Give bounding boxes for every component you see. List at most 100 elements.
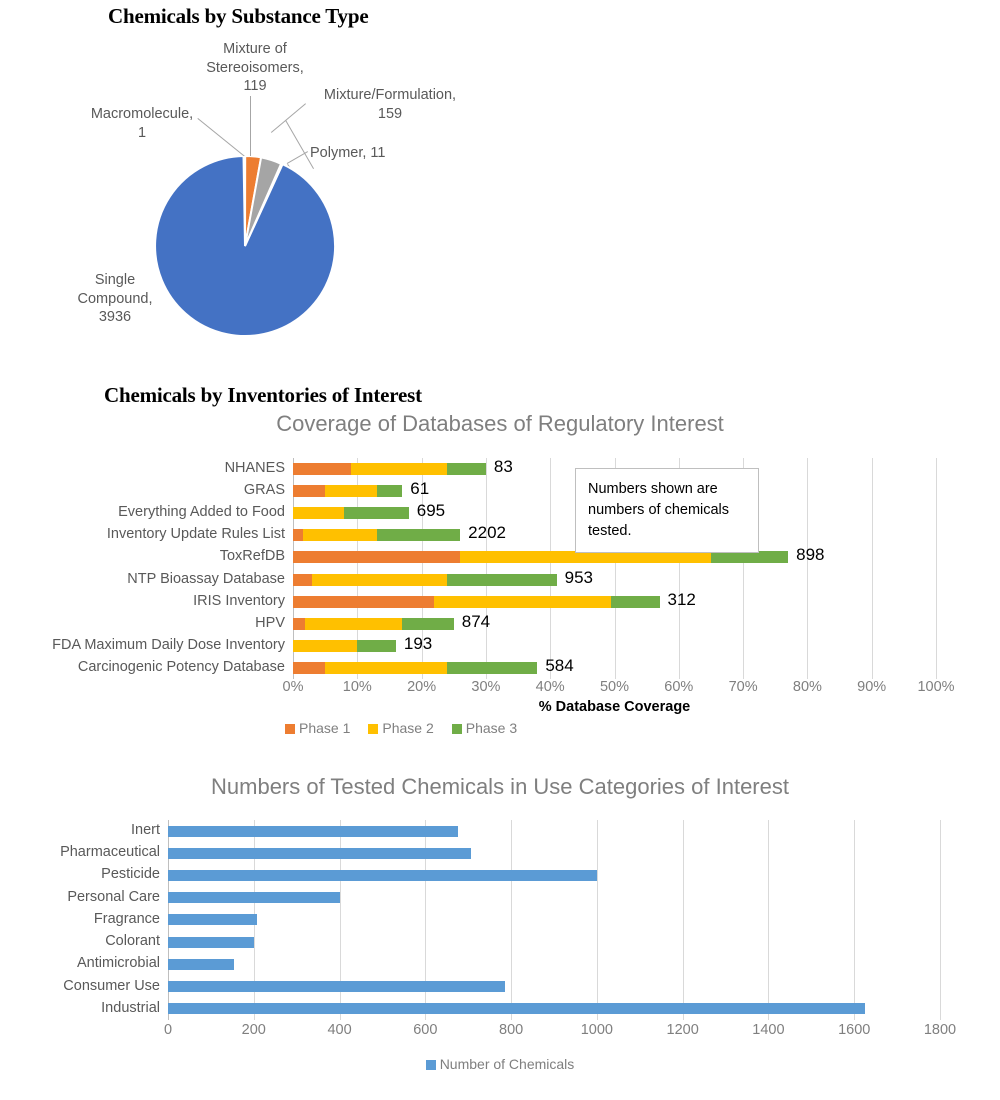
bar-segment-phase-1 — [293, 485, 326, 498]
bar-segment-phase-3 — [402, 617, 454, 630]
use-category-label: Antimicrobial — [77, 955, 160, 972]
legend-swatch — [425, 1059, 436, 1070]
bar-segment-phase-2 — [325, 661, 448, 674]
inventories-value-label: 584 — [545, 655, 574, 675]
inventories-value-label: 695 — [416, 501, 446, 521]
pie-chart-section: Chemicals by Substance Type Mixture of S… — [0, 0, 1000, 378]
x-tick-label: 800 — [499, 1022, 524, 1038]
inventories-stacked-bar — [293, 661, 538, 674]
legend-item-phase-3[interactable]: Phase 3 — [451, 720, 518, 737]
bar-segment-phase-2 — [460, 551, 711, 564]
x-tick-label: 50% — [599, 679, 630, 695]
use-category-label: Pesticide — [101, 866, 160, 883]
bar-segment-phase-1 — [293, 529, 303, 542]
x-tick-label: 30% — [471, 679, 501, 695]
use-category-label: Inert — [130, 822, 160, 838]
use-categories-chart-title: Numbers of Tested Chemicals in Use Categ… — [211, 774, 789, 799]
bar-segment-phase-1 — [293, 463, 351, 475]
x-tick-label: 70% — [728, 679, 758, 695]
inventories-value-label: 83 — [493, 457, 513, 476]
pie-leader-stereoisomers — [250, 96, 251, 162]
callout-note: Numbers shown are numbers of chemicals t… — [575, 468, 759, 554]
gridline — [936, 458, 937, 679]
legend-swatch — [451, 723, 462, 734]
use-category-bar — [168, 869, 598, 881]
bar-segment-phase-3 — [376, 529, 461, 542]
pie-chart — [155, 156, 335, 336]
pie-section-heading: Chemicals by Substance Type — [108, 4, 369, 28]
x-tick-label: 1600 — [838, 1022, 871, 1038]
use-category-label: Colorant — [105, 933, 160, 950]
inventories-stacked-bar — [293, 617, 454, 630]
bar-segment-phase-1 — [293, 595, 435, 608]
use-category-label: Fragrance — [93, 910, 160, 927]
inventories-x-axis-title: % Database Coverage — [538, 699, 691, 715]
slide-canvas: Chemicals by Substance Type Mixture of S… — [0, 0, 1000, 1100]
x-tick-label: 0% — [282, 679, 304, 695]
use-category-bar — [168, 958, 235, 970]
use-category-bar — [168, 936, 254, 948]
bar-segment-phase-3 — [611, 595, 660, 608]
bar-segment-phase-3 — [447, 463, 486, 475]
inventories-category-label: FDA Maximum Daily Dose Inventory — [52, 636, 285, 653]
pie-label-single-compound: Single Compound, 3936 — [77, 272, 153, 326]
bar-segment-phase-1 — [293, 661, 326, 674]
bar-segment-phase-2 — [325, 485, 377, 498]
use-category-bar — [168, 847, 472, 859]
bar-segment-phase-3 — [447, 573, 557, 586]
inventories-value-label: 193 — [403, 633, 433, 653]
gridline — [940, 820, 941, 1020]
inventories-stacked-bar — [293, 595, 660, 608]
x-tick-label: 1800 — [923, 1022, 957, 1038]
inventories-category-label: Inventory Update Rules List — [106, 526, 285, 543]
use-category-label: Personal Care — [67, 888, 160, 905]
inventories-bar-row: Carcinogenic Potency Database 584 — [78, 655, 936, 679]
inventories-chart-title: Coverage of Databases of Regulatory Inte… — [276, 411, 724, 436]
use-categories-plot-area: Inert Pharmaceutical Pesticide Personal Car… — [60, 820, 941, 1020]
inventories-value-label: 61 — [410, 479, 430, 499]
x-tick-label: 0 — [163, 1022, 173, 1038]
bar-segment-phase-2 — [350, 463, 448, 475]
legend-label: Phase 2 — [382, 720, 434, 736]
inventories-stacked-bar — [293, 463, 486, 475]
x-tick-label: 60% — [664, 679, 694, 695]
x-tick-label: 400 — [327, 1022, 352, 1038]
x-tick-label: 90% — [857, 679, 887, 695]
bar-segment-phase-2 — [293, 507, 345, 520]
use-category-bar — [168, 914, 257, 926]
x-tick-label: 200 — [241, 1022, 266, 1038]
x-tick-label: 100% — [917, 679, 955, 695]
legend-item-phase-1[interactable]: Phase 1 — [285, 720, 350, 737]
bar-segment-phase-2 — [293, 639, 358, 652]
use-category-bar-row: Colorant — [105, 931, 940, 953]
pie-label-mixture-of-stereoisomers: Mixture of Stereoisomers, 119 — [206, 41, 304, 95]
inventories-stacked-bar — [293, 485, 403, 498]
inventories-stacked-bar — [293, 573, 557, 586]
inventories-legend: Phase 1 Phase 2 Phase 3 — [285, 720, 535, 738]
inventories-category-label: Carcinogenic Potency Database — [77, 658, 285, 675]
use-category-bar-row: Antimicrobial — [77, 953, 940, 975]
x-tick-label: 20% — [407, 679, 437, 695]
use-category-bar-row: Pesticide — [101, 864, 940, 886]
use-categories-legend: Number of Chemicals — [0, 1056, 1000, 1074]
use-category-bar — [168, 981, 506, 993]
use-category-bar — [168, 1003, 865, 1015]
use-category-bar-row: Industrial — [101, 998, 940, 1020]
use-category-bar-row: Fragrance — [94, 909, 940, 931]
bar-segment-phase-1 — [293, 573, 313, 586]
inventories-chart-section: Chemicals by Inventories of Interest Cov… — [0, 378, 1000, 760]
x-tick-label: 1400 — [752, 1022, 785, 1038]
use-categories-chart-section: Numbers of Tested Chemicals in Use Categ… — [0, 760, 1000, 1100]
use-category-bar — [168, 825, 459, 837]
inventories-category-label: NHANES — [224, 460, 285, 476]
legend-item-phase-2[interactable]: Phase 2 — [368, 720, 434, 737]
legend-label: Phase 3 — [465, 720, 518, 736]
legend-item-number-of-chemicals[interactable]: Number of Chemicals — [425, 1056, 574, 1073]
inventories-category-label: ToxRefDB — [219, 548, 285, 565]
inventories-stacked-bar — [293, 529, 461, 542]
inventories-bar-row: NTP Bioassay Database 953 — [127, 568, 936, 591]
inventories-value-label: 312 — [667, 589, 696, 609]
bar-segment-phase-3 — [710, 551, 789, 564]
inventories-category-label: GRAS — [243, 482, 285, 499]
bar-segment-phase-3 — [344, 507, 409, 520]
